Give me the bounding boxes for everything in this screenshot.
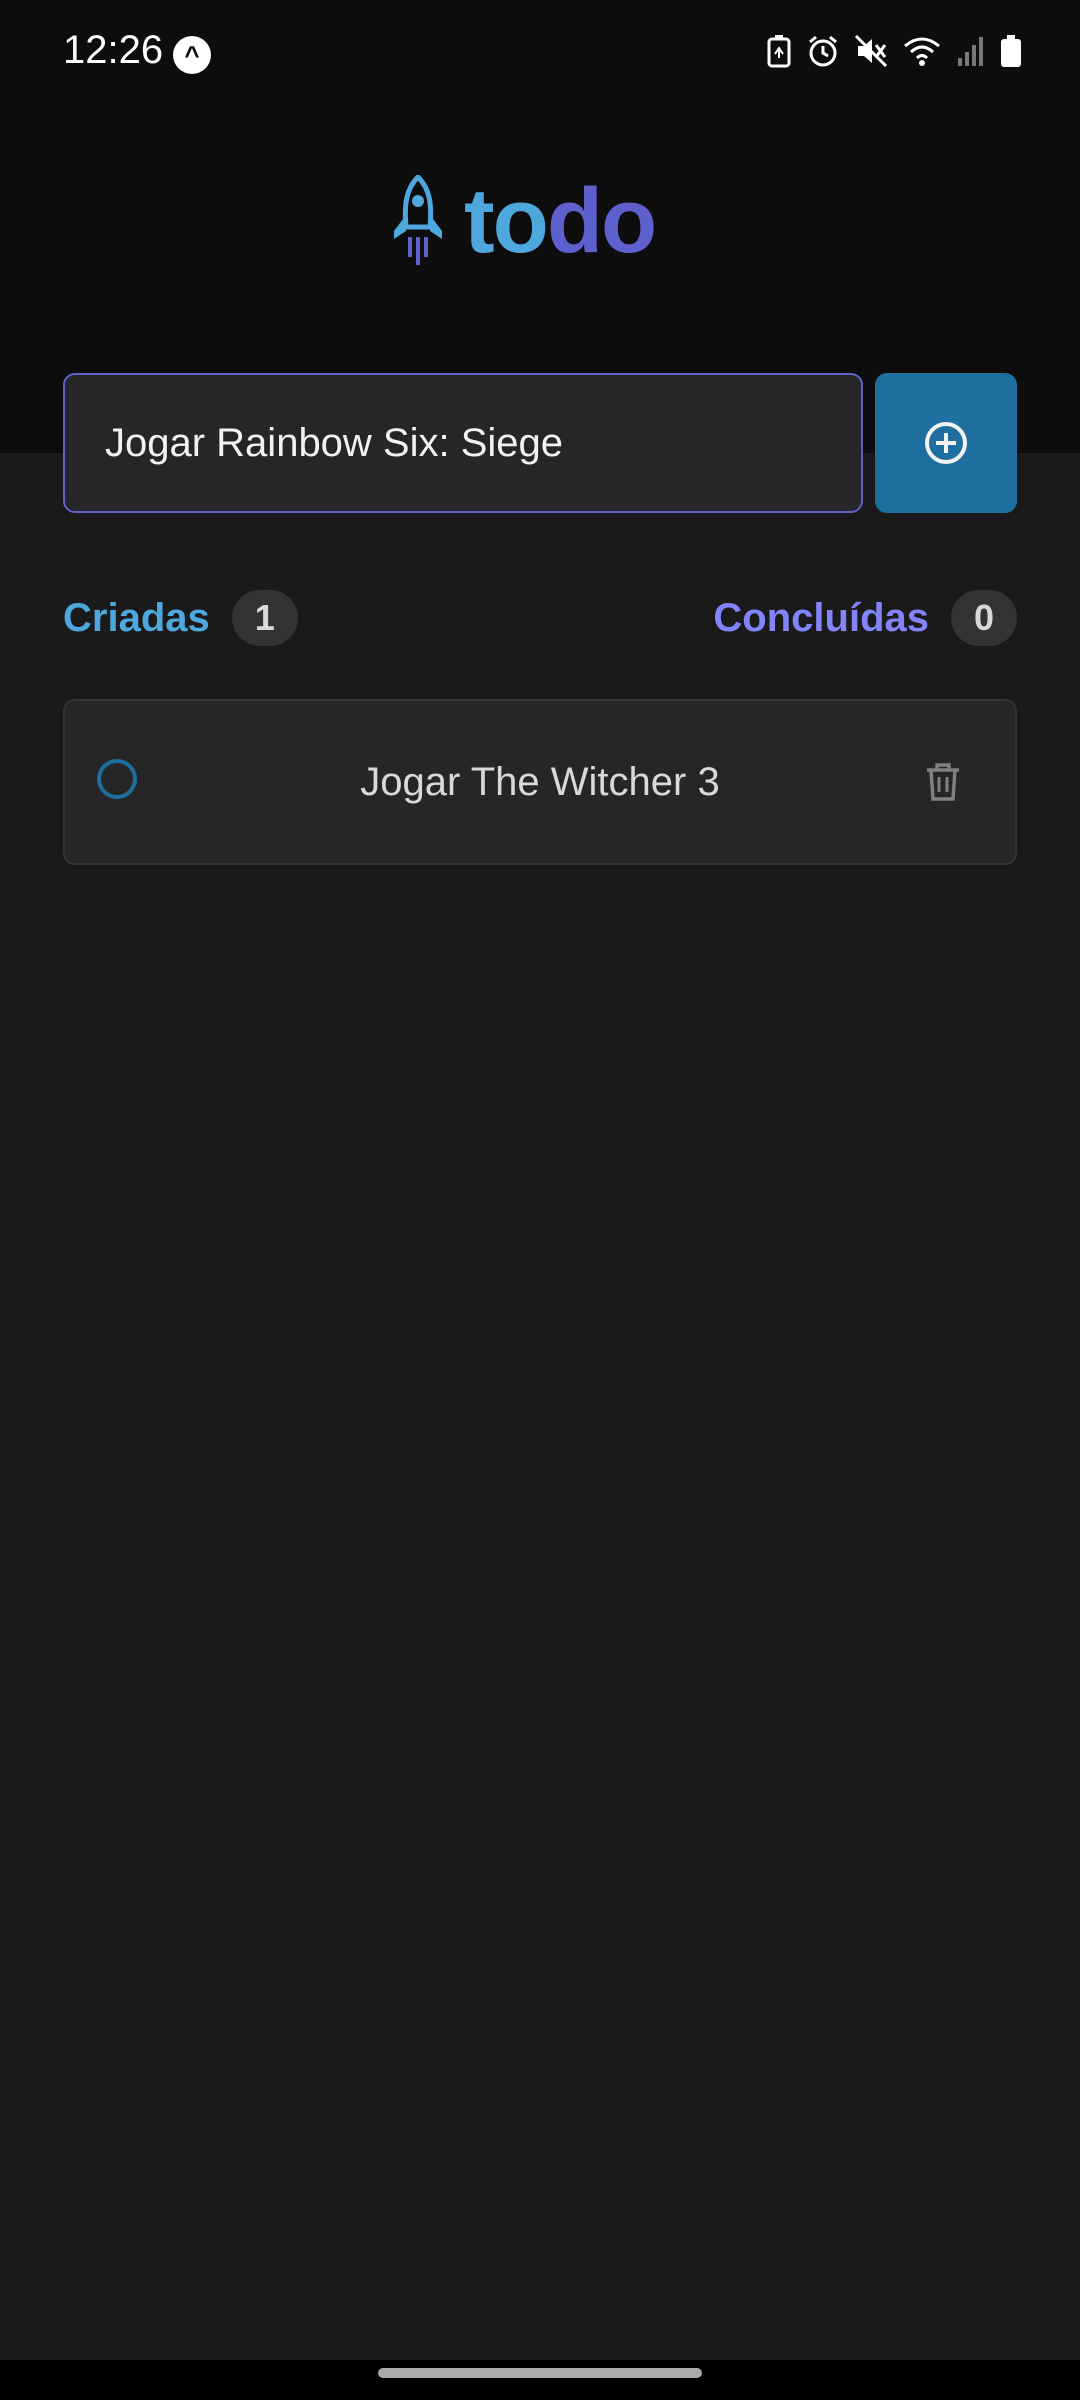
task-text: Jogar The Witcher 3 xyxy=(360,759,720,804)
wifi-icon xyxy=(904,37,940,66)
status-time: 12:26 xyxy=(63,28,164,72)
created-count-badge: 1 xyxy=(231,590,298,646)
system-icons xyxy=(766,34,1022,68)
created-counter: Criadas 1 xyxy=(63,590,298,646)
created-label: Criadas xyxy=(63,595,210,640)
signal-icon xyxy=(958,37,983,66)
mute-icon xyxy=(854,34,888,68)
home-indicator[interactable] xyxy=(378,2368,702,2378)
new-task-input[interactable]: Jogar Rainbow Six: Siege xyxy=(63,373,863,513)
completed-counter: Concluídas 0 xyxy=(713,590,1017,646)
alarm-icon xyxy=(809,35,837,67)
status-bar: 12:26 ^ xyxy=(0,0,1080,108)
app-notification-icon: ^ xyxy=(173,36,211,74)
trash-icon[interactable] xyxy=(923,761,963,803)
task-item: Jogar The Witcher 3 xyxy=(63,699,1017,865)
rocket-icon xyxy=(394,175,442,265)
app-logo: todo xyxy=(390,175,657,267)
completed-count-badge: 0 xyxy=(951,590,1017,646)
logo-text: todo xyxy=(464,175,657,267)
add-task-button[interactable] xyxy=(875,373,1017,513)
battery-icon xyxy=(1001,35,1021,67)
task-checkbox[interactable] xyxy=(97,759,137,799)
completed-label: Concluídas xyxy=(713,595,929,640)
battery-saver-icon xyxy=(767,35,791,68)
logo-text-do: do xyxy=(546,170,657,272)
navigation-bar xyxy=(0,2360,1080,2400)
logo-text-to: to xyxy=(464,170,549,272)
plus-circle-icon xyxy=(925,422,967,464)
